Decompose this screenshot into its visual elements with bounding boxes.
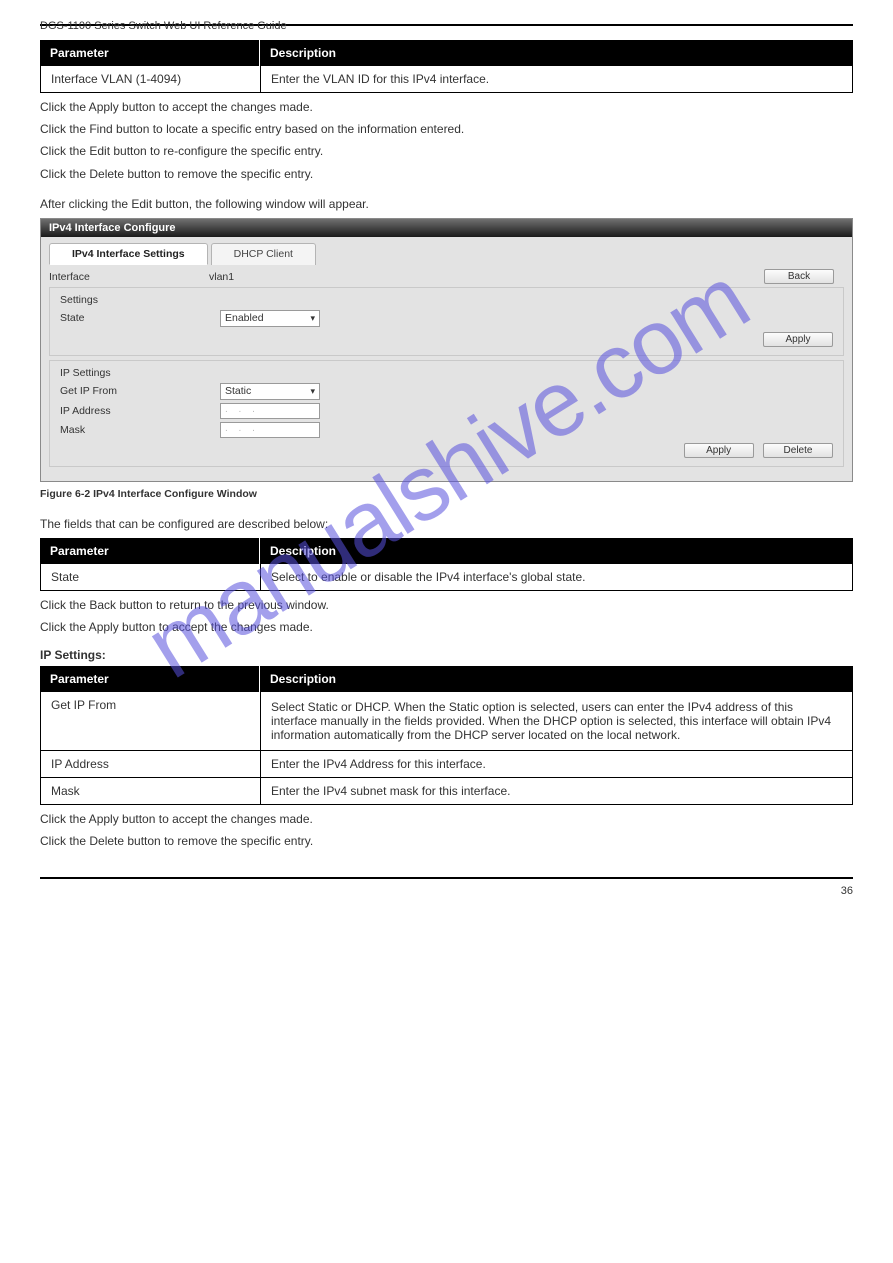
- interface-label: Interface: [49, 271, 209, 283]
- mask-field[interactable]: . . .: [220, 422, 320, 438]
- table3-h2: Description: [260, 666, 853, 692]
- tab-dhcp-client[interactable]: DHCP Client: [211, 243, 316, 265]
- table2-header: Parameter Description: [40, 538, 853, 564]
- para: Click the Delete button to remove the sp…: [40, 166, 853, 182]
- table3-header: Parameter Description: [40, 666, 853, 692]
- interface-value: vlan1: [209, 271, 234, 283]
- table3-row3-desc: Enter the IPv4 subnet mask for this inte…: [261, 778, 852, 804]
- header-left: DGS-1100 Series Switch Web UI Reference …: [40, 20, 287, 32]
- chevron-down-icon: ▾: [310, 313, 315, 324]
- state-label: State: [60, 312, 220, 324]
- chevron-down-icon: ▾: [310, 386, 315, 397]
- table3-h1: Parameter: [40, 666, 260, 692]
- settings-group: Settings State Enabled ▾ Apply: [49, 287, 844, 356]
- get-ip-from-value: Static: [225, 385, 251, 397]
- table-row: Get IP From Select Static or DHCP. When …: [40, 692, 853, 751]
- para: Click the Back button to return to the p…: [40, 597, 853, 613]
- table3-row1-desc1: Select Static or DHCP. When the Static o…: [271, 700, 842, 742]
- get-ip-from-select[interactable]: Static ▾: [220, 383, 320, 400]
- table-row: IP Address Enter the IPv4 Address for th…: [40, 751, 853, 778]
- ip-settings-title: IP Settings: [60, 367, 833, 379]
- ip-settings-group: IP Settings Get IP From Static ▾ IP Addr…: [49, 360, 844, 467]
- table3-row1-name: Get IP From: [41, 692, 261, 750]
- table1-row1-desc: Enter the VLAN ID for this IPv4 interfac…: [261, 66, 852, 92]
- delete-button[interactable]: Delete: [763, 443, 833, 458]
- screenshot-panel: IPv4 Interface Configure IPv4 Interface …: [40, 218, 853, 482]
- state-select-value: Enabled: [225, 312, 264, 324]
- table2-h1: Parameter: [40, 538, 260, 564]
- para: Click the Apply button to accept the cha…: [40, 811, 853, 827]
- table-row: Mask Enter the IPv4 subnet mask for this…: [40, 778, 853, 805]
- table3-row2-desc: Enter the IPv4 Address for this interfac…: [261, 751, 852, 777]
- page-header: DGS-1100 Series Switch Web UI Reference …: [40, 20, 853, 26]
- ip-settings-section-label: IP Settings:: [40, 648, 853, 662]
- table2-row1-desc: Select to enable or disable the IPv4 int…: [261, 564, 852, 590]
- table1-row1-name: Interface VLAN (1-4094): [41, 66, 261, 92]
- table-row: Interface VLAN (1-4094) Enter the VLAN I…: [40, 66, 853, 93]
- table-row: State Select to enable or disable the IP…: [40, 564, 853, 591]
- para: After clicking the Edit button, the foll…: [40, 196, 853, 212]
- table2-h2: Description: [260, 538, 853, 564]
- ip-address-field[interactable]: . . .: [220, 403, 320, 419]
- table3-row2-name: IP Address: [41, 751, 261, 777]
- tab-ipv4-interface-settings[interactable]: IPv4 Interface Settings: [49, 243, 208, 265]
- settings-title: Settings: [60, 294, 833, 306]
- back-button[interactable]: Back: [764, 269, 834, 284]
- mask-label: Mask: [60, 424, 220, 436]
- apply-button[interactable]: Apply: [684, 443, 754, 458]
- table1-h2: Description: [260, 40, 853, 66]
- para: Click the Find button to locate a specif…: [40, 121, 853, 137]
- tabs: IPv4 Interface Settings DHCP Client: [49, 243, 844, 265]
- page-footer: 36: [40, 877, 853, 897]
- ip-address-label: IP Address: [60, 405, 220, 417]
- para: The fields that can be configured are de…: [40, 516, 853, 532]
- para: Click the Edit button to re-configure th…: [40, 143, 853, 159]
- para: Click the Apply button to accept the cha…: [40, 619, 853, 635]
- table1-h1: Parameter: [40, 40, 260, 66]
- table3-row3-name: Mask: [41, 778, 261, 804]
- panel-title: IPv4 Interface Configure: [41, 219, 852, 237]
- para: Click the Delete button to remove the sp…: [40, 833, 853, 849]
- table1-header: Parameter Description: [40, 40, 853, 66]
- apply-button[interactable]: Apply: [763, 332, 833, 347]
- get-ip-from-label: Get IP From: [60, 385, 220, 397]
- state-select[interactable]: Enabled ▾: [220, 310, 320, 327]
- para: Click the Apply button to accept the cha…: [40, 99, 853, 115]
- table2-row1-name: State: [41, 564, 261, 590]
- page-number: 36: [841, 885, 853, 897]
- figure-caption: Figure 6-2 IPv4 Interface Configure Wind…: [40, 488, 853, 500]
